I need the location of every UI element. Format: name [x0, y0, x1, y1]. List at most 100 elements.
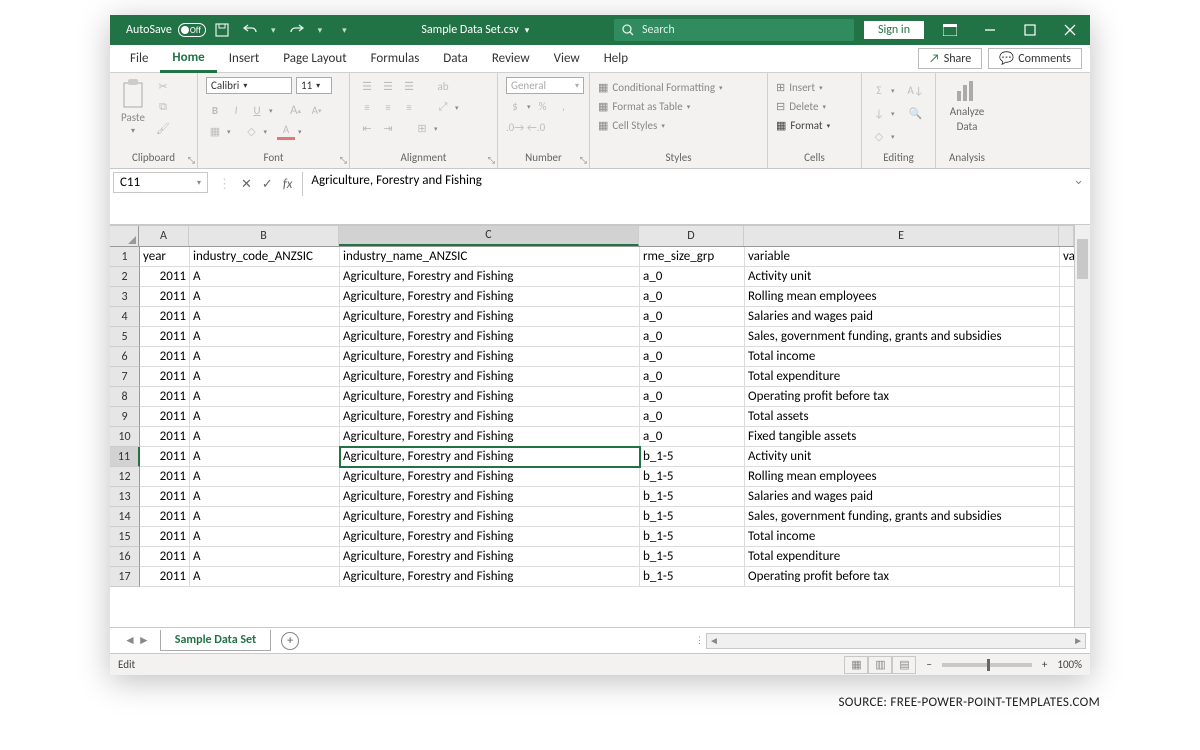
sheet-prev-icon[interactable]: ◄ [124, 633, 136, 648]
cell[interactable]: Agriculture, Forestry and Fishing [340, 507, 640, 527]
cell[interactable]: A [190, 447, 340, 467]
zoom-in-icon[interactable]: + [1042, 658, 1047, 671]
cell[interactable]: Agriculture, Forestry and Fishing [340, 287, 640, 307]
cell[interactable]: b_1-5 [640, 567, 745, 587]
cell[interactable]: 2011 [140, 387, 190, 407]
cell[interactable]: variable [745, 247, 1060, 267]
align-middle-icon[interactable]: ☰ [379, 77, 397, 95]
tab-view[interactable]: View [542, 45, 592, 72]
cell[interactable]: b_1-5 [640, 527, 745, 547]
align-center-icon[interactable]: ≡ [379, 98, 397, 116]
bold-icon[interactable]: B [206, 101, 224, 119]
cell[interactable]: Rolling mean employees [745, 467, 1060, 487]
cell[interactable]: A [190, 287, 340, 307]
cell[interactable]: rme_size_grp [640, 247, 745, 267]
cell[interactable]: 2011 [140, 307, 190, 327]
expand-formula-icon[interactable]: ⌄ [1073, 173, 1084, 188]
cell[interactable]: A [190, 307, 340, 327]
cell[interactable]: A [190, 407, 340, 427]
cell[interactable]: Salaries and wages paid [745, 307, 1060, 327]
column-header[interactable]: B [189, 226, 339, 246]
delete-button[interactable]: ⊟Delete ▾ [776, 100, 853, 113]
autosave-toggle[interactable]: AutoSave Off [126, 23, 201, 37]
cell[interactable]: industry_name_ANZSIC [340, 247, 640, 267]
format-button[interactable]: ▦Format ▾ [776, 119, 853, 132]
cell[interactable]: Sales, government funding, grants and su… [745, 327, 1060, 347]
cell[interactable]: 2011 [140, 367, 190, 387]
sheet-tab-active[interactable]: Sample Data Set [160, 630, 271, 651]
zoom-out-icon[interactable]: − [926, 658, 931, 671]
cell[interactable]: 2011 [140, 427, 190, 447]
orientation-icon[interactable]: ⤢ [434, 98, 452, 116]
tab-insert[interactable]: Insert [217, 45, 272, 72]
maximize-icon[interactable] [1010, 15, 1050, 45]
cell[interactable] [1060, 387, 1074, 407]
filename-dropdown-icon[interactable]: ▾ [525, 25, 530, 36]
increase-indent-icon[interactable]: ⇥ [379, 119, 397, 137]
cell[interactable]: 2011 [140, 567, 190, 587]
cell[interactable]: b_1-5 [640, 547, 745, 567]
cell[interactable]: Agriculture, Forestry and Fishing [340, 527, 640, 547]
cell[interactable]: Agriculture, Forestry and Fishing [340, 447, 640, 467]
tab-pagelayout[interactable]: Page Layout [271, 45, 358, 72]
row-header[interactable]: 12 [110, 467, 140, 487]
cell[interactable]: a_0 [640, 267, 745, 287]
fill-icon[interactable]: ↓ [870, 104, 888, 122]
font-color-icon[interactable]: A [277, 122, 295, 140]
tab-formulas[interactable]: Formulas [359, 45, 432, 72]
page-break-view-icon[interactable]: ▤ [892, 656, 916, 674]
comma-icon[interactable]: , [555, 97, 573, 115]
cell[interactable]: Agriculture, Forestry and Fishing [340, 427, 640, 447]
cell[interactable]: Total income [745, 347, 1060, 367]
dialog-launcher-icon[interactable]: ⤡ [340, 155, 347, 166]
cell[interactable]: Agriculture, Forestry and Fishing [340, 547, 640, 567]
cell[interactable]: 2011 [140, 467, 190, 487]
cell[interactable]: 2011 [140, 527, 190, 547]
cell[interactable]: Operating profit before tax [745, 567, 1060, 587]
sheet-next-icon[interactable]: ► [138, 633, 150, 648]
column-header[interactable]: E [744, 226, 1059, 246]
fill-color-icon[interactable]: ◇ [243, 122, 261, 140]
cell[interactable]: a_0 [640, 387, 745, 407]
row-header[interactable]: 9 [110, 407, 140, 427]
cell[interactable]: A [190, 387, 340, 407]
cell[interactable]: Agriculture, Forestry and Fishing [340, 487, 640, 507]
row-header[interactable]: 7 [110, 367, 140, 387]
cell[interactable]: Activity unit [745, 447, 1060, 467]
cell[interactable]: Salaries and wages paid [745, 487, 1060, 507]
cell[interactable]: 2011 [140, 287, 190, 307]
close-icon[interactable] [1050, 15, 1090, 45]
fx-icon[interactable]: fx [283, 177, 293, 192]
cell[interactable]: 2011 [140, 267, 190, 287]
row-header[interactable]: 10 [110, 427, 140, 447]
cell[interactable]: Operating profit before tax [745, 387, 1060, 407]
ribbon-mode-icon[interactable] [930, 15, 970, 45]
cell[interactable]: va [1060, 247, 1074, 267]
cell[interactable]: Total expenditure [745, 547, 1060, 567]
dialog-launcher-icon[interactable]: ⤡ [580, 155, 587, 166]
cell[interactable]: 2011 [140, 327, 190, 347]
cell[interactable]: A [190, 507, 340, 527]
border-icon[interactable]: ▦ [206, 122, 224, 140]
underline-icon[interactable]: U [248, 101, 266, 119]
normal-view-icon[interactable]: ▦ [844, 656, 868, 674]
zoom-level[interactable]: 100% [1057, 658, 1082, 671]
comments-button[interactable]: 💬Comments [988, 48, 1082, 69]
cell[interactable] [1060, 467, 1074, 487]
cell[interactable]: Agriculture, Forestry and Fishing [340, 387, 640, 407]
cell[interactable] [1060, 527, 1074, 547]
font-size-select[interactable]: 11▾ [296, 77, 332, 94]
cell[interactable]: Agriculture, Forestry and Fishing [340, 467, 640, 487]
cell[interactable]: Agriculture, Forestry and Fishing [340, 267, 640, 287]
cells[interactable]: yearindustry_code_ANZSICindustry_name_AN… [140, 247, 1074, 627]
dialog-launcher-icon[interactable]: ⤡ [488, 155, 495, 166]
cell[interactable]: 2011 [140, 487, 190, 507]
find-icon[interactable]: 🔍 [907, 104, 925, 122]
cell[interactable] [1060, 307, 1074, 327]
undo-dropdown-icon[interactable]: ▾ [271, 25, 276, 36]
cell[interactable]: A [190, 347, 340, 367]
formula-input[interactable]: Agriculture, Forestry and Fishing ⌄ [303, 169, 1090, 192]
cell[interactable]: Rolling mean employees [745, 287, 1060, 307]
cell[interactable]: A [190, 267, 340, 287]
cell[interactable]: 2011 [140, 547, 190, 567]
